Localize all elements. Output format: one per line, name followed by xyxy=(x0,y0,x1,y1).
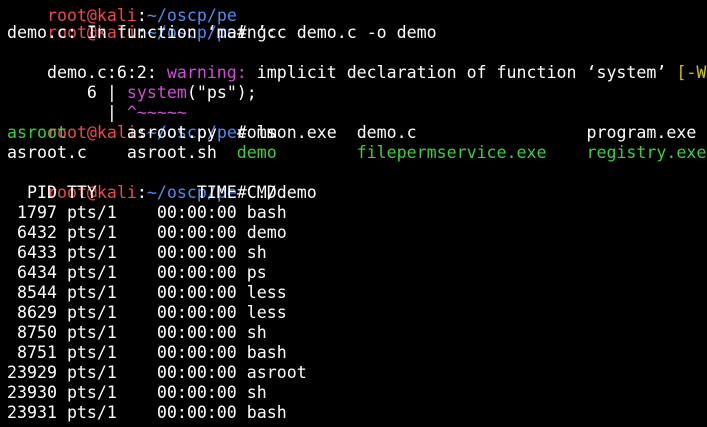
ps-row: 23930 pts/1 00:00:00 sh xyxy=(7,383,267,402)
ls-file-entry: asroot xyxy=(7,123,127,142)
ps-row: 6432 pts/1 00:00:00 demo xyxy=(7,223,287,242)
ps-row: 23929 pts/1 00:00:00 asroot xyxy=(7,363,307,382)
prompt-line: root@kali:~/oscp/pe# ./demo xyxy=(46,183,317,202)
ps-row: 8544 pts/1 00:00:00 less xyxy=(7,283,287,302)
caret-line: | ^~~~~~ xyxy=(7,83,187,122)
source-code-rest: ("ps"); xyxy=(186,83,257,102)
ps-row: 8751 pts/1 00:00:00 bash xyxy=(7,343,287,362)
ps-row: 23931 pts/1 00:00:00 bash xyxy=(7,403,287,422)
ls-file-entry: asroot.sh xyxy=(126,143,237,162)
ls-file-entry: demo xyxy=(236,143,357,162)
ps-row: 1797 pts/1 00:00:00 bash xyxy=(7,203,287,222)
ls-file-entry: filepermservice.exe xyxy=(356,143,587,162)
ls-file-entry: demo.c xyxy=(356,123,587,142)
warning-message: implicit declaration of function ‘system… xyxy=(256,63,677,82)
compiler-warning-line: demo.c:6:2: warning: implicit declaratio… xyxy=(7,43,707,82)
warning-flag: [-Wimpl xyxy=(676,63,707,82)
compiler-output-line: demo.c: In function ‘main’: xyxy=(7,23,277,42)
source-code-line: 6 | system("ps"); xyxy=(7,63,257,102)
ls-file-entry: registry.exe xyxy=(586,143,707,162)
ps-row: 6434 pts/1 00:00:00 ps xyxy=(7,263,267,282)
ls-file-entry: common.exe xyxy=(236,123,357,142)
ls-file-entry: asroot.c xyxy=(7,143,127,162)
ls-output-row: asroot asroot.py common.exe demo.c progr… xyxy=(7,123,707,143)
ps-row: 8750 pts/1 00:00:00 sh xyxy=(7,323,267,342)
ps-header: PID TTY TIME CMD xyxy=(7,183,277,202)
prompt-line: root@kali:~/oscp/pe# gcc demo.c -o demo xyxy=(46,23,437,42)
terminal-window[interactable]: root@kali:~/oscp/pe root@kali:~/oscp/pe#… xyxy=(0,0,707,427)
ls-file-entry: program.exe xyxy=(586,123,697,142)
ls-file-entry: asroot.py xyxy=(126,123,237,142)
prompt-line: root@kali:~/oscp/pe# ls xyxy=(46,123,277,142)
ls-output-row: asroot.c asroot.sh demo filepermservice.… xyxy=(7,143,707,163)
ps-row: 6433 pts/1 00:00:00 sh xyxy=(7,243,267,262)
ps-row: 8629 pts/1 00:00:00 less xyxy=(7,303,287,322)
